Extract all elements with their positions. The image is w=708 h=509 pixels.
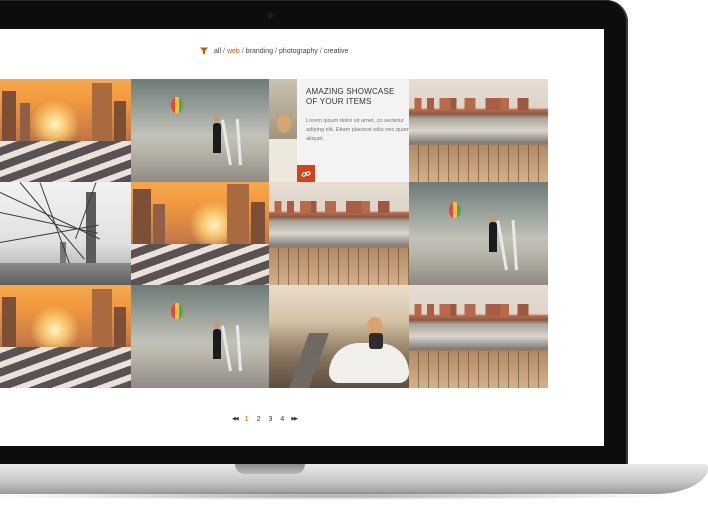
filter-creative[interactable]: creative (324, 48, 349, 55)
portfolio-item-ladder-man-2[interactable] (409, 182, 548, 285)
portfolio-item-pier-skyline-2[interactable] (269, 182, 409, 285)
page-1[interactable]: 1 (245, 416, 249, 423)
showcase-heading: AMAZING SHOWCASE OF YOUR ITEMS (306, 87, 395, 106)
portfolio-item-city-crosswalk[interactable] (0, 79, 131, 182)
laptop-shadow (0, 492, 680, 500)
portfolio-item-pier-skyline[interactable] (409, 79, 548, 182)
filter-photography[interactable]: photography (279, 48, 318, 55)
filter-separator: / (241, 47, 244, 55)
double-chevron-right-icon[interactable]: ▶▶ (291, 416, 298, 422)
portfolio-item-ladder-man-3[interactable] (131, 285, 269, 388)
funnel-icon (200, 47, 208, 55)
laptop-base (0, 464, 708, 494)
pagination: ◀◀ 1 2 3 4 ▶▶ (229, 413, 300, 425)
filter-separator: / (223, 47, 225, 55)
filter-web[interactable]: web (227, 48, 240, 55)
page-3[interactable]: 3 (269, 416, 273, 423)
double-chevron-left-icon[interactable]: ◀◀ (232, 416, 239, 422)
page-4[interactable]: 4 (280, 416, 284, 423)
showcase-description: Lorem ipsum dolor sit amet, co sectetur … (306, 118, 409, 142)
portfolio-grid: AMAZING SHOWCASE OF YOUR ITEMS Lorem ips… (0, 79, 548, 388)
portfolio-item-pier-skyline-3[interactable] (409, 285, 548, 388)
filter-branding[interactable]: branding (246, 48, 273, 55)
portfolio-item-car-girl-peek[interactable] (269, 79, 297, 182)
portfolio-item-city-crosswalk-2[interactable] (131, 182, 269, 285)
filter-separator: / (275, 47, 277, 55)
showcase-info-card: AMAZING SHOWCASE OF YOUR ITEMS Lorem ips… (297, 79, 409, 182)
portfolio-item-ladder-man[interactable] (131, 79, 269, 182)
laptop-notch (235, 464, 305, 474)
portfolio-item-car-girl[interactable] (269, 285, 409, 388)
link-icon (301, 170, 311, 177)
page-2[interactable]: 2 (257, 416, 261, 423)
portfolio-item-bridge[interactable] (0, 182, 131, 285)
filter-separator: / (319, 47, 322, 55)
portfolio-item-city-crosswalk-3[interactable] (0, 285, 131, 388)
showcase-link-button[interactable] (297, 165, 315, 182)
portfolio-filter: all / web / branding / photography / cre… (199, 45, 348, 57)
laptop-screen: all / web / branding / photography / cre… (0, 29, 604, 446)
webcam (266, 11, 275, 20)
filter-all[interactable]: all (214, 48, 221, 55)
